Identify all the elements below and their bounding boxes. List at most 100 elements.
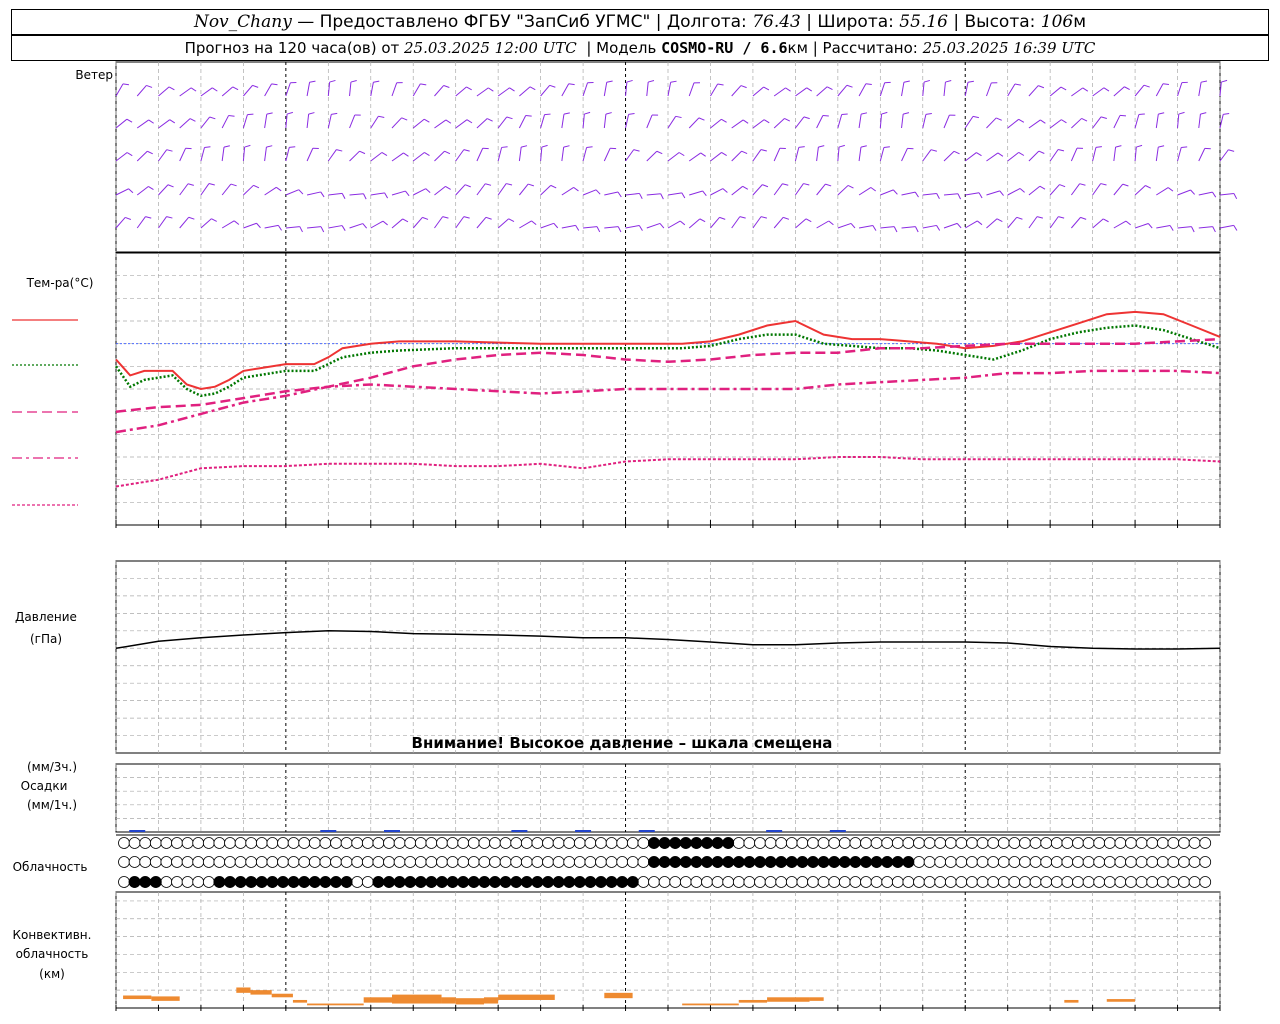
wind-barb-feather [378, 115, 385, 118]
wind-barb [837, 114, 843, 129]
cloud-symbol [1008, 856, 1021, 868]
cloud-symbol [923, 856, 936, 868]
wind-barb [603, 114, 607, 129]
cloud-symbol [1072, 876, 1084, 888]
wind-barb-feather [573, 186, 579, 192]
wind-barb-feather [1122, 183, 1129, 187]
wind-barb [434, 150, 445, 162]
wind-barb-feather [741, 150, 748, 155]
cloud-symbol [277, 837, 289, 849]
wind-barb-feather [553, 223, 559, 229]
cloud-symbol [616, 837, 629, 849]
wind-barb [837, 185, 849, 196]
wind-barb [731, 85, 742, 97]
cloud-symbol [1135, 876, 1148, 888]
cloud-symbol [1156, 837, 1169, 849]
conv-bar [441, 997, 456, 1004]
wind-barb-feather [841, 113, 848, 116]
cloud-symbol [1072, 837, 1084, 849]
cloud-symbol-overcast [605, 876, 618, 888]
wind-barb [476, 148, 484, 162]
wind-barb-feather [1036, 216, 1044, 219]
wind-barb-feather [936, 225, 941, 231]
wind-barb [646, 114, 653, 129]
wind-barb [1049, 86, 1062, 97]
cloud-symbol [467, 837, 480, 849]
cloud-symbol [658, 876, 671, 888]
cloud-symbol [457, 837, 470, 849]
cloud-symbol [414, 856, 427, 868]
wind-barb-feather [541, 144, 548, 148]
wind-barb-feather [425, 188, 431, 194]
cloud-symbol [245, 837, 258, 849]
wind-barb-feather [1082, 87, 1089, 92]
cloud-symbol [277, 856, 289, 868]
wind-barb [221, 115, 230, 129]
wind-barb [901, 148, 908, 162]
wind-barb-feather [893, 226, 898, 233]
cloud-symbol [1082, 856, 1095, 868]
precip-bar [829, 830, 846, 832]
cloud-symbol-overcast [340, 876, 353, 888]
cloud-symbol [149, 837, 162, 849]
wind-barb [518, 183, 529, 196]
wind-barb [221, 147, 225, 162]
wind-barb [413, 188, 426, 196]
cloud-symbol [997, 856, 1010, 868]
wind-barb-feather [1058, 149, 1065, 152]
cloud-symbol-overcast [679, 856, 692, 868]
wind-barb-feather [204, 146, 211, 148]
wind-barb [434, 216, 444, 229]
wind-barb [1028, 119, 1041, 129]
cloud-symbol-overcast [372, 876, 385, 888]
wind-barb [710, 152, 722, 162]
wind-barb [688, 152, 701, 162]
cloud-symbol [860, 876, 872, 888]
wind-barb-feather [128, 188, 134, 194]
cloud-symbol [361, 876, 374, 888]
wind-barb [1007, 152, 1020, 162]
wind-barb-feather [1103, 87, 1110, 92]
wind-barb-feather [308, 112, 315, 115]
wind-barb-feather [670, 80, 677, 83]
wind-barb-feather [586, 146, 593, 148]
wind-barb-feather [739, 216, 746, 219]
cloud-symbol [171, 856, 183, 868]
cloud-symbol [828, 876, 841, 888]
cloud-symbol [224, 856, 236, 868]
cloud-symbol [1114, 856, 1127, 868]
wind-barb-feather [605, 112, 612, 115]
cloud-symbol [881, 876, 894, 888]
wind-barb-feather [525, 115, 532, 117]
wind-barb [1155, 147, 1159, 162]
conv-bar [363, 997, 392, 1003]
wind-barb [688, 82, 695, 97]
cloud-symbol [128, 837, 141, 849]
wind-barb [816, 86, 828, 97]
wind-barb-feather [721, 152, 727, 156]
wind-barb [179, 216, 190, 229]
cloud-symbol [966, 856, 978, 868]
cloud-symbol-overcast [817, 856, 830, 868]
wind-barb-feather [936, 193, 940, 200]
cloud-symbol [1061, 876, 1074, 888]
wind-barb [221, 220, 235, 229]
wind-barb-feather [679, 220, 686, 226]
cloud-symbol [1050, 876, 1063, 888]
wind-barb-feather [717, 83, 724, 86]
wind-barb-feather [903, 112, 910, 115]
conv-bar [151, 996, 180, 1001]
cloud-symbol-overcast [234, 876, 247, 888]
wind-barb-feather [286, 111, 294, 115]
wind-barb-feather [999, 190, 1004, 196]
wind-barb-feather [336, 149, 343, 152]
wind-barb [1156, 187, 1169, 196]
wind-barb-feather [1119, 114, 1127, 117]
wind-barb [561, 224, 576, 229]
meteogram: Ветер Тем-ра(°C) Давление (гПа) (мм/3ч.)… [12, 61, 1238, 1011]
wind-barb [1113, 86, 1125, 97]
wind-barb-feather [298, 189, 304, 195]
wind-barb-feather [1138, 113, 1145, 116]
cloud-symbol [944, 837, 957, 849]
wind-barb [349, 223, 363, 229]
